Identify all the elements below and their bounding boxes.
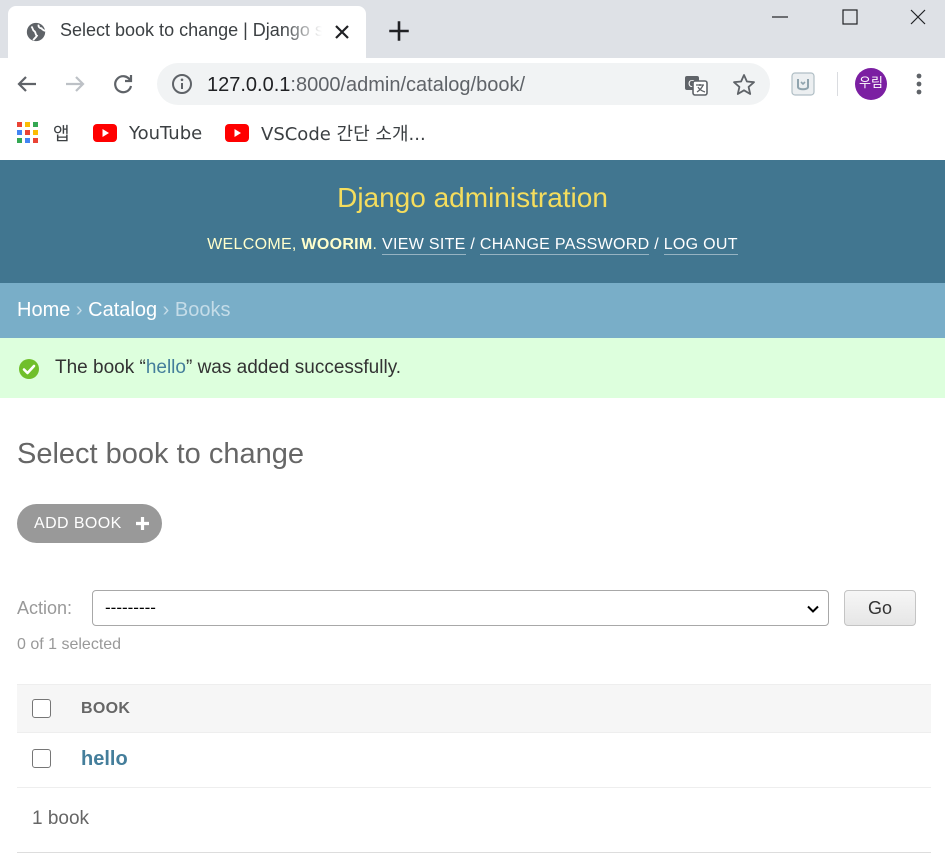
chevron-down-icon <box>807 605 819 613</box>
view-site-link[interactable]: VIEW SITE <box>382 236 466 255</box>
message-object-link[interactable]: hello <box>146 357 186 378</box>
separator: / <box>649 236 664 253</box>
breadcrumb: Home › Catalog › Books <box>0 283 945 338</box>
youtube-icon <box>225 124 249 142</box>
info-icon[interactable] <box>171 73 193 95</box>
apps-icon <box>17 122 38 143</box>
globe-icon <box>26 22 46 42</box>
browser-toolbar: 127.0.0.1:8000/admin/catalog/book/ G 우림 <box>0 58 945 110</box>
bookmarks-bar: 앱 YouTube VSCode 간단 소개... <box>0 110 945 160</box>
tab-title: Select book to change | Django site admi… <box>60 20 322 40</box>
breadcrumb-separator: › <box>70 299 89 321</box>
username: WOORIM <box>301 236 373 253</box>
bookmark-label: VSCode 간단 소개... <box>261 124 426 145</box>
paginator: 1 book <box>17 788 931 853</box>
url-host: 127.0.0.1 <box>207 74 291 96</box>
breadcrumb-current: Books <box>174 299 231 321</box>
bookmark-youtube[interactable]: YouTube <box>93 120 202 146</box>
maximize-icon[interactable] <box>837 4 863 30</box>
youtube-icon <box>93 124 117 142</box>
breadcrumb-separator: › <box>157 299 175 321</box>
more-menu-icon[interactable] <box>908 70 930 98</box>
row-checkbox[interactable] <box>32 749 51 768</box>
url-text[interactable]: 127.0.0.1:8000/admin/catalog/book/ <box>207 74 525 97</box>
close-tab-icon[interactable] <box>330 20 354 44</box>
admin-header: Django administration WELCOME, WOORIM. V… <box>0 160 945 283</box>
bookmark-label: YouTube <box>129 122 203 144</box>
back-icon[interactable] <box>12 69 42 99</box>
profile-avatar[interactable]: 우림 <box>855 68 887 100</box>
table-row: hello <box>17 733 931 788</box>
bookmark-vscode[interactable]: VSCode 간단 소개... <box>225 120 426 146</box>
select-all-checkbox[interactable] <box>32 699 51 718</box>
reload-icon[interactable] <box>108 69 138 99</box>
success-check-icon <box>19 359 39 379</box>
toolbar-divider <box>837 72 838 96</box>
user-tools: WELCOME, WOORIM. VIEW SITE / CHANGE PASS… <box>0 236 945 255</box>
success-message: The book “hello” was added successfully. <box>0 338 945 398</box>
site-branding[interactable]: Django administration <box>0 182 945 214</box>
add-book-button[interactable]: ADD BOOK <box>17 504 162 543</box>
url-path: :8000/admin/catalog/book/ <box>290 74 526 96</box>
separator: / <box>465 236 480 253</box>
plus-icon <box>135 517 149 530</box>
result-count: 1 book <box>32 808 90 829</box>
browser-tab[interactable]: Select book to change | Django site admi… <box>8 6 366 58</box>
change-password-link[interactable]: CHANGE PASSWORD <box>479 236 650 255</box>
page-title: Select book to change <box>17 438 304 470</box>
minimize-icon[interactable] <box>767 4 793 30</box>
breadcrumb-home[interactable]: Home <box>17 299 70 321</box>
selected-count: 0 of 1 selected <box>17 636 122 653</box>
address-bar[interactable]: 127.0.0.1:8000/admin/catalog/book/ G <box>157 63 770 105</box>
message-prefix: The book “ <box>55 357 146 378</box>
translate-icon[interactable]: G <box>683 72 709 98</box>
results-table: BOOK hello <box>17 684 931 788</box>
action-select[interactable]: --------- <box>92 590 829 626</box>
browser-tab-strip: Select book to change | Django site admi… <box>0 0 945 58</box>
table-header: BOOK <box>17 684 931 733</box>
forward-icon[interactable] <box>60 69 90 99</box>
new-tab-icon[interactable] <box>386 18 412 44</box>
column-header-book[interactable]: BOOK <box>81 700 130 718</box>
message-suffix: ” was added successfully. <box>185 357 402 378</box>
bookmark-star-icon[interactable] <box>731 72 757 98</box>
action-select-value: --------- <box>105 598 156 617</box>
add-book-label: ADD BOOK <box>34 515 122 532</box>
close-window-icon[interactable] <box>905 4 931 30</box>
log-out-link[interactable]: LOG OUT <box>663 236 738 255</box>
welcome-period: . <box>372 236 383 253</box>
breadcrumb-catalog[interactable]: Catalog <box>88 299 157 321</box>
bookmark-apps[interactable]: 앱 <box>17 120 70 146</box>
extension-icon[interactable] <box>790 71 816 97</box>
action-label: Action: <box>17 598 73 618</box>
message-text: The book “hello” was added successfully. <box>55 357 401 379</box>
book-link[interactable]: hello <box>81 748 128 771</box>
bookmark-label: 앱 <box>53 124 70 145</box>
welcome-text: WELCOME, <box>207 236 302 253</box>
go-button[interactable]: Go <box>844 590 916 626</box>
